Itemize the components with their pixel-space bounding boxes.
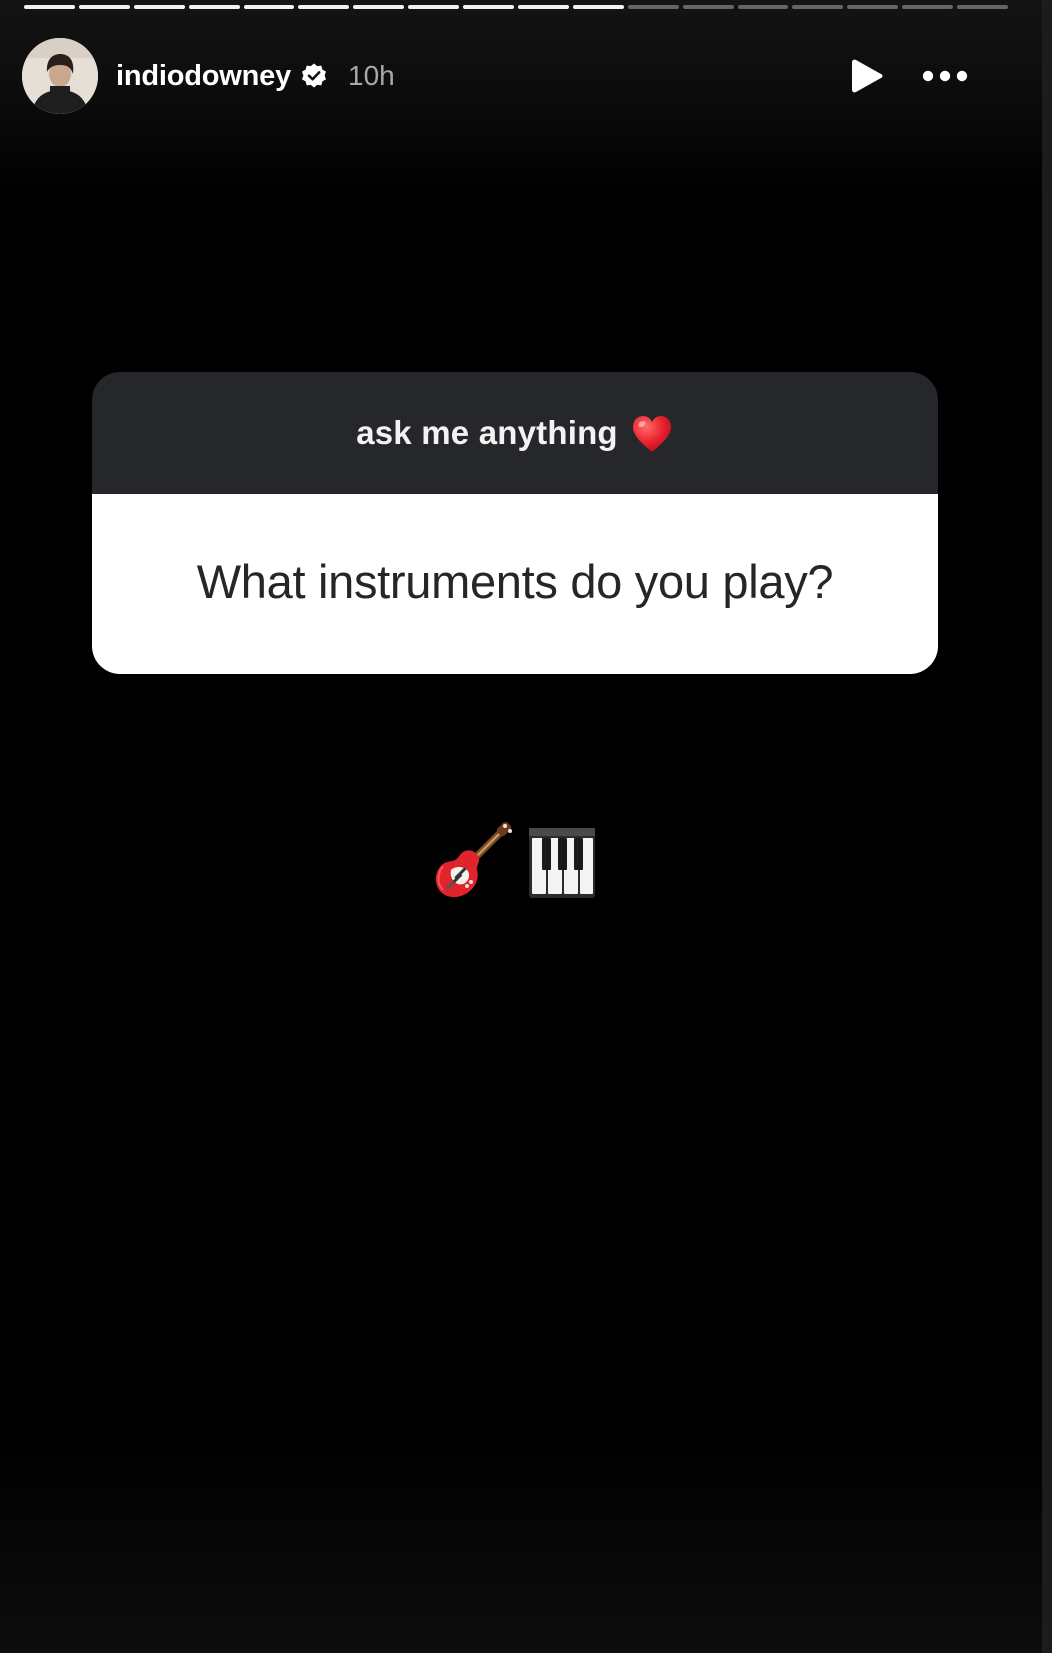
progress-segment <box>463 5 515 9</box>
progress-segment <box>957 5 1009 9</box>
play-button[interactable] <box>850 57 884 95</box>
question-sticker[interactable]: ask me anything What instruments do you … <box>92 372 938 674</box>
username[interactable]: indiodowney <box>116 60 291 93</box>
progress-segment <box>792 5 844 9</box>
progress-segment <box>133 5 185 9</box>
more-options-icon <box>922 70 968 82</box>
profile-photo-icon <box>22 38 98 114</box>
story-viewer: indiodowney 10h ask me anything What ins… <box>0 0 1042 1653</box>
red-heart-icon <box>630 414 674 454</box>
question-sticker-header: ask me anything <box>92 372 938 494</box>
post-timestamp: 10h <box>348 60 395 91</box>
progress-segment <box>353 5 405 9</box>
progress-segment <box>518 5 569 9</box>
progress-segment <box>24 5 75 9</box>
progress-segment <box>902 5 954 9</box>
story-progress-bar <box>24 5 1009 9</box>
guitar-icon <box>433 821 513 902</box>
progress-segment <box>408 5 460 9</box>
window-edge <box>1042 0 1052 1653</box>
answer-emojis <box>433 821 601 902</box>
musical-keyboard-icon <box>521 822 601 902</box>
progress-segment <box>243 5 295 9</box>
progress-segment <box>627 5 679 9</box>
bottom-fade <box>0 1433 1042 1653</box>
verified-badge-icon <box>300 62 328 90</box>
progress-segment <box>682 5 734 9</box>
question-prompt: ask me anything <box>356 414 618 451</box>
header-actions <box>850 57 968 95</box>
progress-segment <box>572 5 624 9</box>
more-options-button[interactable] <box>922 70 968 82</box>
story-header: indiodowney 10h <box>22 38 1012 114</box>
progress-segment <box>188 5 240 9</box>
progress-segment <box>847 5 899 9</box>
progress-segment <box>78 5 130 9</box>
question-text: What instruments do you play? <box>196 554 834 608</box>
progress-segment <box>737 5 789 9</box>
question-sticker-body: What instruments do you play? <box>92 494 938 674</box>
progress-segment <box>298 5 350 9</box>
play-icon <box>852 59 883 93</box>
avatar[interactable] <box>22 38 98 114</box>
